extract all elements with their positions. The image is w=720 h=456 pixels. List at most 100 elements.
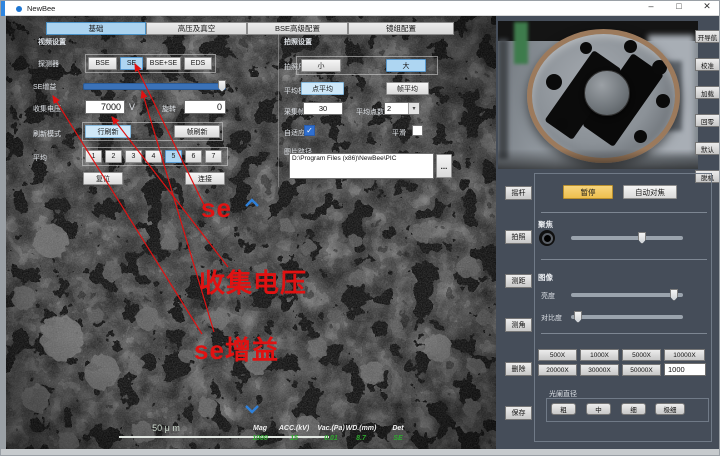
config-divider [278,33,279,187]
average-7-button[interactable]: 7 [205,150,222,163]
annotation-voltage: 收集电压 [199,263,307,300]
size-large-button[interactable]: 大 [386,59,426,72]
delete-button[interactable]: 删除 [505,362,532,376]
aperture-extrafine-button[interactable]: 极细 [655,403,685,415]
measure-angle-button[interactable]: 测角 [505,318,532,332]
collect-voltage-input[interactable]: 7000 [85,100,125,114]
aperture-coarse-button[interactable]: 粗 [551,403,576,415]
close-icon[interactable]: ✕ [697,1,717,15]
mag-30000x-button[interactable]: 30000X [580,364,619,376]
mag-50000x-button[interactable]: 50000X [622,364,661,376]
capture-button[interactable]: 拍照 [505,230,532,244]
open-nav-button[interactable]: 开导航 [695,30,720,43]
stage-hole [652,60,667,75]
smooth-checkbox[interactable] [412,125,423,136]
collect-voltage-label: 收集电压 [33,104,61,114]
avg-count-value: 2 [387,104,391,113]
default-button[interactable]: 默认 [695,142,720,155]
minimize-icon[interactable]: – [641,1,661,15]
detector-label: 探测器 [38,59,59,69]
contrast-slider[interactable] [571,315,683,319]
photo-settings-title: 拍照设置 [284,37,312,47]
mag-value-input[interactable]: 1000 [664,363,706,376]
smooth-label: 平滑 [392,128,406,138]
voltage-unit-label: V [129,102,135,112]
mag-5000x-button[interactable]: 5000X [622,349,661,361]
average-4-button[interactable]: 4 [145,150,162,163]
reset-button[interactable]: 复位 [83,172,123,185]
autofocus-button[interactable]: 自动对焦 [623,185,677,199]
measure-distance-button[interactable]: 测距 [505,274,532,288]
tab-lens-config[interactable]: 镜组配置 [348,22,454,35]
chevron-down-icon[interactable]: ▾ [408,103,419,114]
average-1-button[interactable]: 1 [85,150,102,163]
status-value-det: SE [376,435,420,442]
detector-bse-se-button[interactable]: BSE+SE [146,57,181,70]
bottom-frame [1,449,720,456]
joystick-button[interactable]: 摇杆 [505,186,532,200]
path-input[interactable]: D:\Program Files (x86)\NewBee\PIC [289,153,434,179]
expand-chevron-down-icon[interactable] [244,404,260,414]
scale-bar-label: 50 μ m [121,423,211,433]
se-gain-label: SE增益 [33,82,56,92]
detector-bse-button[interactable]: BSE [88,57,117,70]
average-label: 平均 [33,153,47,163]
focus-slider[interactable] [571,236,683,240]
browse-button[interactable]: ... [436,154,452,178]
status-col-det: Det SE [376,425,420,442]
refresh-frame-button[interactable]: 帧刷新 [174,125,220,138]
app-window: NewBee – □ ✕ [0,0,720,456]
divider [541,259,707,260]
focus-label: 聚焦 [538,219,553,230]
divider [541,212,707,213]
detector-se-button[interactable]: SE [120,57,143,70]
brightness-label: 亮度 [541,291,555,301]
annotation-se: se [201,193,232,224]
save-button[interactable]: 保存 [505,406,532,420]
average-3-button[interactable]: 3 [125,150,142,163]
average-6-button[interactable]: 6 [185,150,202,163]
tab-basic[interactable]: 基础 [46,22,146,35]
annotation-gain: se增益 [194,330,279,367]
rotation-label: 旋转 [162,104,176,114]
pause-button[interactable]: 暂停 [563,185,613,199]
brightness-slider[interactable] [571,293,683,297]
se-gain-slider[interactable] [83,83,226,90]
frames-input[interactable]: 30 [303,102,343,115]
rotation-input[interactable]: 0 [184,100,226,114]
stage-hole [580,42,592,54]
collapse-chevron-up-icon[interactable] [244,198,260,208]
avg-frame-button[interactable]: 帧平均 [386,82,429,95]
refresh-line-button[interactable]: 行刷新 [85,125,131,138]
average-5-button[interactable]: 5 [165,150,182,163]
tab-hv-vacuum[interactable]: 高压及真空 [146,22,247,35]
sample-stage [527,29,680,163]
stage-hole [546,74,562,90]
load-button[interactable]: 加载 [695,86,720,99]
app-icon [16,6,22,12]
connect-button[interactable]: 连接 [185,172,225,185]
mag-500x-button[interactable]: 500X [538,349,577,361]
avg-count-combo[interactable]: 2 ▾ [384,102,420,115]
contrast-label: 对比度 [541,313,562,323]
detector-eds-button[interactable]: EDS [184,57,212,70]
mag-20000x-button[interactable]: 20000X [538,364,577,376]
window-title: NewBee [27,4,55,13]
aperture-fine-button[interactable]: 细 [621,403,646,415]
aperture-medium-button[interactable]: 中 [586,403,611,415]
status-header-det: Det [376,425,420,432]
average-2-button[interactable]: 2 [105,150,122,163]
camera-left-shadow [498,39,508,159]
size-small-button[interactable]: 小 [301,59,341,72]
mag-1000x-button[interactable]: 1000X [580,349,619,361]
calibrate-button[interactable]: 校准 [695,58,720,71]
tab-bse-advanced[interactable]: BSE高级配置 [247,22,348,35]
stage-hole [624,40,637,53]
maximize-icon[interactable]: □ [669,1,689,15]
stage-hole [556,118,568,130]
zero-button[interactable]: 回零 [695,114,720,127]
mag-10000x-button[interactable]: 10000X [664,349,705,361]
divider [541,333,707,334]
avg-point-button[interactable]: 点平均 [301,82,344,95]
adaptive-checkbox[interactable] [304,125,315,136]
